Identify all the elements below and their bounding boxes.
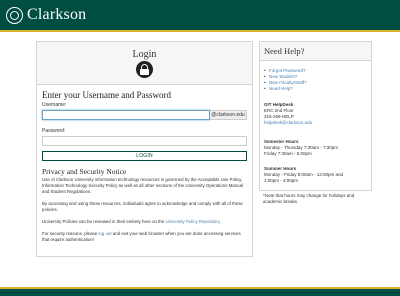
login-title: Login — [132, 49, 157, 60]
semester-hours-section: Semester Hours Monday - Thursday 7:30am … — [264, 139, 338, 157]
hours-note: *Note that hours may change for holidays… — [263, 193, 355, 204]
help-panel: Need Help? Forgot Password? New Student?… — [259, 41, 372, 191]
password-input[interactable] — [42, 136, 247, 146]
helpdesk-section: OIT HelpDesk ERC 2nd Floor 315-268-HELP … — [264, 102, 312, 126]
logout-link[interactable]: log out — [98, 231, 111, 236]
password-label: Password: — [42, 128, 66, 134]
header-accent-bar — [0, 30, 400, 32]
university-seal-icon — [6, 6, 23, 24]
help-header: Need Help? — [260, 42, 371, 61]
username-domain-suffix: @clarkson.edu — [210, 110, 247, 120]
policy-paragraph-4: For security reasons, please log out and… — [42, 231, 249, 243]
username-group: @clarkson.edu — [42, 110, 247, 120]
username-label: Username: — [42, 102, 67, 108]
policy-paragraph-2: By accessing and using these resources, … — [42, 201, 243, 213]
helpdesk-email-link[interactable]: helpdesk@clarkson.edu — [264, 120, 312, 126]
enter-credentials-title: Enter your Username and Password — [42, 90, 171, 100]
top-bar: Clarkson — [0, 0, 400, 30]
policy-text: . — [219, 219, 221, 224]
policy-paragraph-3: University Policies can be reviewed in t… — [42, 219, 249, 225]
need-help-link[interactable]: Need Help? — [264, 86, 307, 92]
policy-text: For security reasons, please — [42, 231, 99, 236]
login-button[interactable]: LOGIN — [42, 151, 247, 161]
username-input[interactable] — [42, 110, 210, 120]
policy-repository-link[interactable]: University Policy Repository — [166, 219, 220, 224]
summer-hours-section: Summer Hours Monday - Friday 8:00am - 12… — [264, 166, 343, 184]
brand-name: Clarkson — [27, 6, 87, 23]
footer-bar — [0, 289, 400, 296]
clarkson-logo[interactable]: Clarkson — [6, 6, 86, 24]
help-title: Need Help? — [264, 46, 305, 56]
help-links-list: Forgot Password? New Student? New Facult… — [264, 68, 307, 92]
summer-hours-line-2: 1:00pm - 4:00pm — [264, 178, 299, 183]
policy-text: University Policies can be reviewed in t… — [42, 219, 166, 224]
semester-hours-line-2: Friday 7:30am - 5:00pm — [264, 151, 312, 156]
lock-icon — [136, 61, 153, 78]
login-header: Login — [37, 42, 252, 85]
policy-title: Privacy and Security Notice — [42, 167, 127, 176]
login-panel: Login Enter your Username and Password U… — [36, 41, 253, 257]
policy-paragraph-1: Use of Clarkson University information t… — [42, 177, 244, 195]
